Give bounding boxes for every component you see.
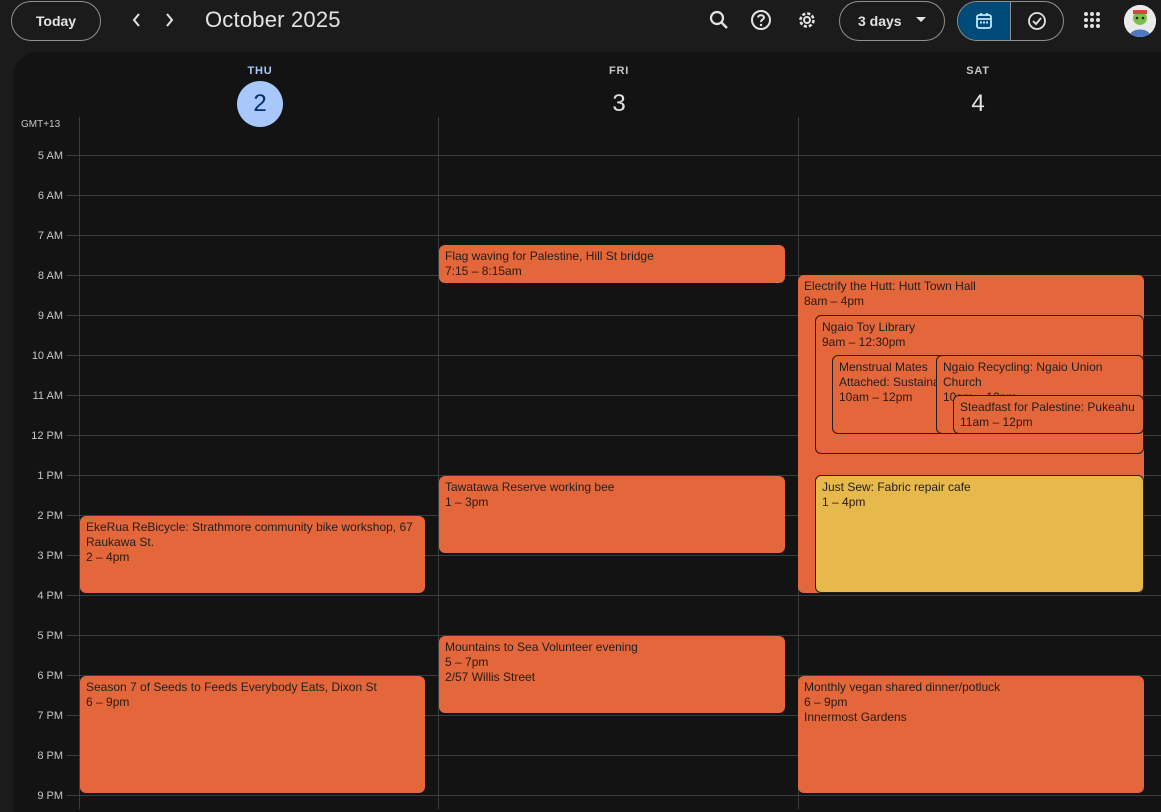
hour-label: 5 AM <box>1 150 63 162</box>
hour-label: 1 PM <box>1 470 63 482</box>
hour-label: 8 AM <box>1 270 63 282</box>
hour-label: 4 PM <box>1 590 63 602</box>
gear-icon <box>796 9 818 31</box>
previous-period-button[interactable] <box>121 4 153 36</box>
event-vegan-potluck[interactable]: Monthly vegan shared dinner/potluck 6 – … <box>798 676 1144 793</box>
settings-button[interactable] <box>791 4 823 36</box>
event-time: 7:15 – 8:15am <box>445 264 779 279</box>
event-title: Electrify the Hutt: Hutt Town Hall <box>804 279 1138 294</box>
event-title: Monthly vegan shared dinner/potluck <box>804 680 1138 695</box>
hour-label: 5 PM <box>1 630 63 642</box>
event-title: Season 7 of Seeds to Feeds Everybody Eat… <box>86 680 419 695</box>
hour-label: 7 AM <box>1 230 63 242</box>
day-number[interactable]: 3 <box>596 81 642 127</box>
event-flag-waving[interactable]: Flag waving for Palestine, Hill St bridg… <box>439 245 785 283</box>
event-steadfast-for-palestine[interactable]: Steadfast for Palestine: Pukeahu 11am – … <box>953 395 1144 434</box>
timezone-label: GMT+13 <box>21 119 60 130</box>
hour-label: 9 PM <box>1 790 63 802</box>
event-time: 1 – 4pm <box>822 495 1137 510</box>
event-title: Mountains to Sea Volunteer evening <box>445 640 779 655</box>
chevron-right-icon <box>163 13 175 27</box>
hour-label: 6 PM <box>1 670 63 682</box>
event-ekerua-rebicycle[interactable]: EkeRua ReBicycle: Strathmore community b… <box>80 516 425 593</box>
event-location: 2/57 Willis Street <box>445 670 779 685</box>
event-time: 11am – 12pm <box>960 415 1137 430</box>
top-bar: Today October 2025 3 days <box>0 0 1161 52</box>
event-seeds-to-feeds[interactable]: Season 7 of Seeds to Feeds Everybody Eat… <box>80 676 425 793</box>
calendar-icon <box>975 12 993 30</box>
calendar-tasks-toggle <box>957 1 1064 41</box>
event-title: EkeRua ReBicycle: Strathmore community b… <box>86 520 419 550</box>
event-mountains-to-sea[interactable]: Mountains to Sea Volunteer evening 5 – 7… <box>439 636 785 713</box>
hour-gridline <box>67 155 1161 156</box>
today-button[interactable]: Today <box>11 1 101 41</box>
event-time: 1 – 3pm <box>445 495 779 510</box>
hour-label: 9 AM <box>1 310 63 322</box>
day-number[interactable]: 2 <box>237 81 283 127</box>
event-title: Tawatawa Reserve working bee <box>445 480 779 495</box>
search-icon <box>709 10 729 30</box>
event-time: 8am – 4pm <box>804 294 1138 309</box>
hour-label: 12 PM <box>1 430 63 442</box>
chevron-left-icon <box>131 13 143 27</box>
hour-gridline <box>67 195 1161 196</box>
hour-label: 6 AM <box>1 190 63 202</box>
day-header-sat[interactable]: SAT 4 <box>955 65 1001 127</box>
event-title: Ngaio Recycling: Ngaio Union Church <box>943 360 1137 390</box>
hour-label: 10 AM <box>1 350 63 362</box>
apps-button[interactable] <box>1076 4 1108 36</box>
caret-down-icon <box>916 17 926 23</box>
day-header-thu[interactable]: THU 2 <box>237 65 283 127</box>
next-period-button[interactable] <box>153 4 185 36</box>
event-time: 6 – 9pm <box>86 695 419 710</box>
hour-gridline <box>67 595 1161 596</box>
hour-gridline <box>67 235 1161 236</box>
hour-gridline <box>67 795 1161 796</box>
day-header-fri[interactable]: FRI 3 <box>596 65 642 127</box>
task-check-icon <box>1027 11 1047 31</box>
event-location: Innermost Gardens <box>804 710 1138 725</box>
event-just-sew[interactable]: Just Sew: Fabric repair cafe 1 – 4pm <box>815 475 1144 593</box>
avatar-image <box>1124 5 1156 37</box>
help-button[interactable] <box>745 4 777 36</box>
event-title: Steadfast for Palestine: Pukeahu <box>960 400 1137 415</box>
event-time: 9am – 12:30pm <box>822 335 1137 350</box>
view-selector-label: 3 days <box>858 13 902 29</box>
event-tawatawa-working-bee[interactable]: Tawatawa Reserve working bee 1 – 3pm <box>439 476 785 553</box>
hour-label: 2 PM <box>1 510 63 522</box>
current-month-title: October 2025 <box>205 7 341 33</box>
day-name: SAT <box>955 65 1001 77</box>
search-button[interactable] <box>703 4 735 36</box>
event-title: Just Sew: Fabric repair cafe <box>822 480 1137 495</box>
apps-grid-icon <box>1083 11 1101 29</box>
hour-label: 3 PM <box>1 550 63 562</box>
help-icon <box>750 9 772 31</box>
event-title: Ngaio Toy Library <box>822 320 1137 335</box>
view-selector-button[interactable]: 3 days <box>839 1 945 41</box>
event-time: 2 – 4pm <box>86 550 419 565</box>
day-number[interactable]: 4 <box>955 81 1001 127</box>
calendar-view-toggle[interactable] <box>958 2 1010 40</box>
event-time: 5 – 7pm <box>445 655 779 670</box>
hour-label: 8 PM <box>1 750 63 762</box>
hour-label: 7 PM <box>1 710 63 722</box>
account-avatar[interactable] <box>1124 5 1156 37</box>
day-name: THU <box>237 65 283 77</box>
tasks-view-toggle[interactable] <box>1010 2 1063 40</box>
event-time: 6 – 9pm <box>804 695 1138 710</box>
day-name: FRI <box>596 65 642 77</box>
event-title: Flag waving for Palestine, Hill St bridg… <box>445 249 779 264</box>
hour-label: 11 AM <box>1 390 63 402</box>
